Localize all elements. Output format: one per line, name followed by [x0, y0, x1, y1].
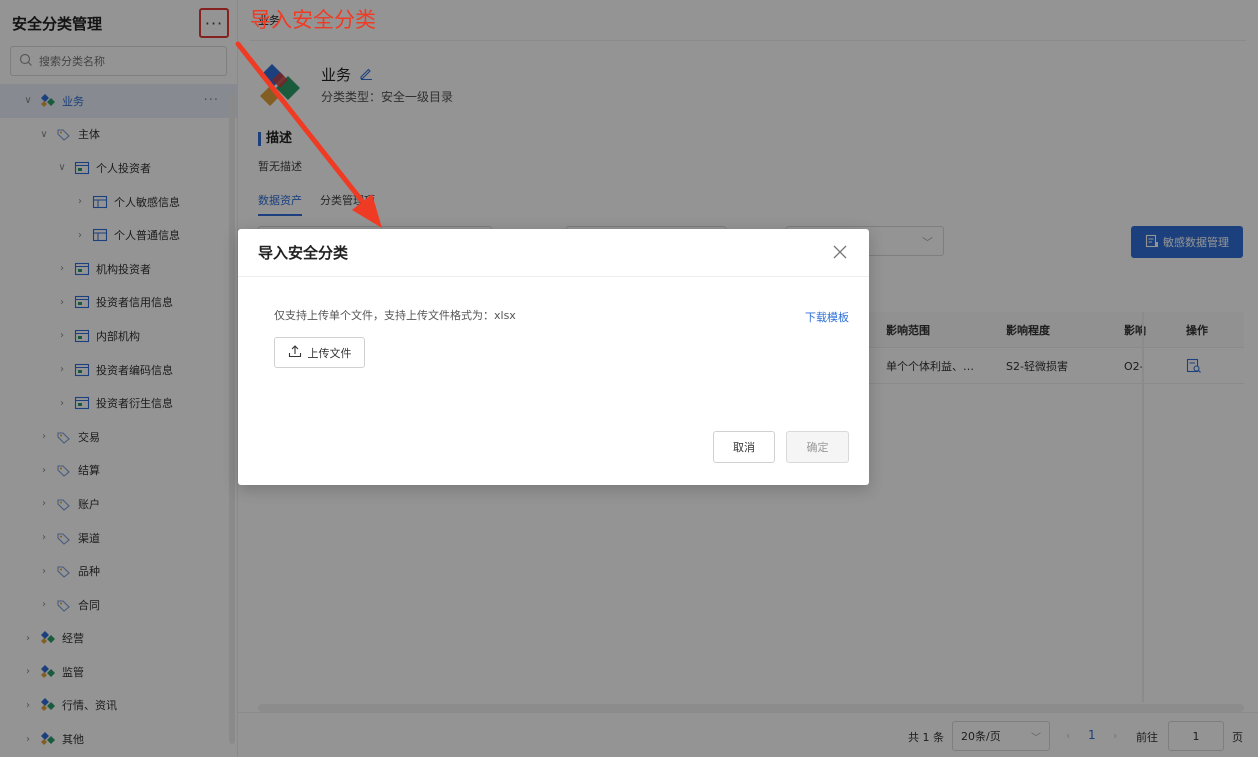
import-dialog: 导入安全分类 仅支持上传单个文件，支持上传文件格式为：xlsx 下载模板 上传文…	[238, 229, 869, 485]
close-icon[interactable]	[833, 243, 847, 264]
dialog-header: 导入安全分类	[238, 229, 869, 277]
confirm-button[interactable]: 确定	[786, 431, 849, 463]
upload-note: 仅支持上传单个文件，支持上传文件格式为：xlsx	[274, 309, 516, 322]
upload-file-label: 上传文件	[307, 346, 352, 360]
annotation-label: 导入安全分类	[250, 8, 376, 32]
download-template-link[interactable]: 下载模板	[805, 309, 849, 325]
dialog-title: 导入安全分类	[258, 244, 349, 262]
cancel-button[interactable]: 取消	[713, 431, 775, 463]
upload-file-button[interactable]: 上传文件	[274, 337, 365, 368]
upload-icon	[288, 344, 302, 361]
